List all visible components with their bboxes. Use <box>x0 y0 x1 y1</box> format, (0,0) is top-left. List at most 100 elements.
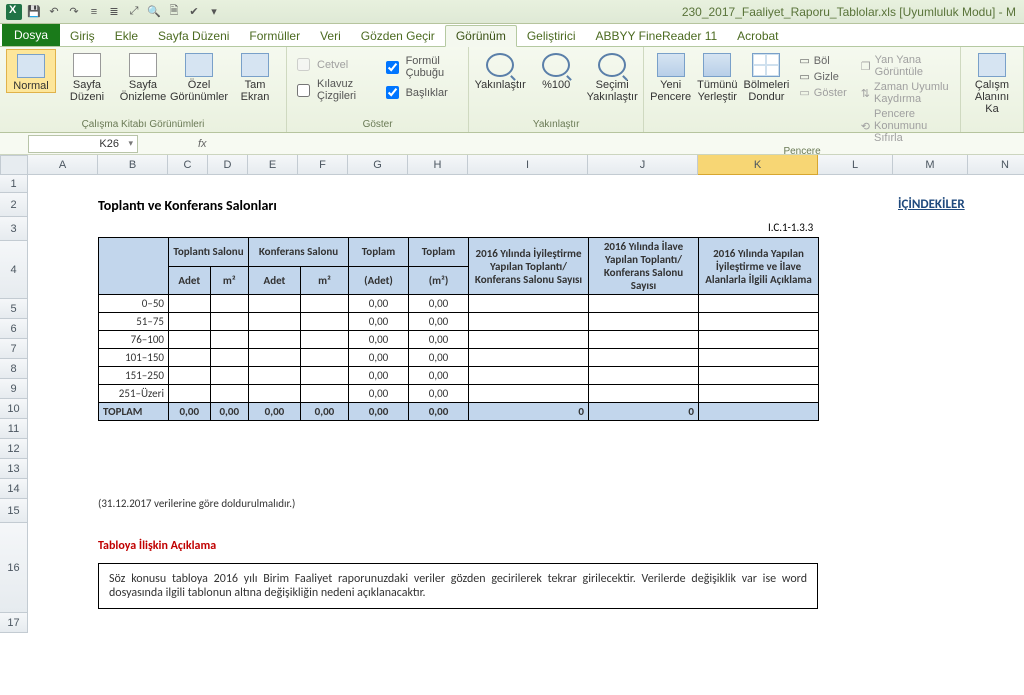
cell[interactable] <box>300 331 348 349</box>
save-icon[interactable]: 💾 <box>26 4 42 20</box>
freeze-panes-button[interactable]: Bölmeleri Dondur <box>744 49 790 103</box>
row-header[interactable]: 1 <box>0 175 28 193</box>
row-header[interactable]: 14 <box>0 479 28 499</box>
row-header[interactable]: 9 <box>0 379 28 399</box>
row-header[interactable]: 3 <box>0 217 28 241</box>
row-header[interactable]: 7 <box>0 339 28 359</box>
cell[interactable] <box>300 349 348 367</box>
cell[interactable] <box>210 367 248 385</box>
cell[interactable] <box>469 367 589 385</box>
cell[interactable]: 0,00 <box>349 385 409 403</box>
qat-dropdown-icon[interactable]: ▾ <box>206 4 222 20</box>
row-header[interactable]: 12 <box>0 439 28 459</box>
cell[interactable] <box>589 331 699 349</box>
cell[interactable] <box>210 313 248 331</box>
cell[interactable] <box>300 367 348 385</box>
cell[interactable]: 0,00 <box>169 403 211 421</box>
cell[interactable] <box>699 331 819 349</box>
tab-insert[interactable]: Ekle <box>105 26 148 46</box>
gridlines-checkbox[interactable]: Kılavuz Çizgileri <box>293 78 376 102</box>
view-fullscreen-button[interactable]: Tam Ekran <box>230 49 280 103</box>
formula-input[interactable] <box>207 135 1024 153</box>
name-box[interactable]: K26 <box>28 135 138 153</box>
cell[interactable] <box>469 313 589 331</box>
tab-formulas[interactable]: Formüller <box>239 26 310 46</box>
cell[interactable] <box>699 295 819 313</box>
side-by-side-button[interactable]: ❐ Yan Yana Görüntüle <box>857 53 954 79</box>
cell[interactable] <box>589 385 699 403</box>
column-header[interactable]: D <box>208 155 248 175</box>
cell[interactable]: TOPLAM <box>99 403 169 421</box>
cell[interactable] <box>169 331 211 349</box>
cell[interactable] <box>210 349 248 367</box>
cell[interactable] <box>699 349 819 367</box>
undo-icon[interactable]: ↶ <box>46 4 62 20</box>
cell[interactable]: 76–100 <box>99 331 169 349</box>
cell[interactable] <box>300 295 348 313</box>
cell[interactable]: 0,00 <box>210 403 248 421</box>
tab-abbyy[interactable]: ABBYY FineReader 11 <box>586 26 728 46</box>
cell[interactable]: 51–75 <box>99 313 169 331</box>
cell[interactable]: 0,00 <box>409 349 469 367</box>
cell[interactable]: 0,00 <box>409 295 469 313</box>
column-header[interactable]: K <box>698 155 818 175</box>
cell[interactable]: 0–50 <box>99 295 169 313</box>
tab-view[interactable]: Görünüm <box>445 25 517 47</box>
cell[interactable] <box>169 367 211 385</box>
cell[interactable]: 0,00 <box>409 331 469 349</box>
cell[interactable] <box>699 367 819 385</box>
column-header[interactable]: N <box>968 155 1024 175</box>
column-header[interactable]: E <box>248 155 298 175</box>
cell[interactable] <box>589 367 699 385</box>
sync-scroll-button[interactable]: ⇅ Zaman Uyumlu Kaydırma <box>857 80 954 106</box>
cell[interactable]: 0,00 <box>349 313 409 331</box>
cell[interactable] <box>249 349 301 367</box>
ruler-checkbox[interactable]: Cetvel <box>293 55 376 74</box>
cell[interactable]: 0,00 <box>300 403 348 421</box>
column-header[interactable]: L <box>818 155 893 175</box>
cell[interactable]: 0 <box>469 403 589 421</box>
column-header[interactable]: B <box>98 155 168 175</box>
arrange-all-button[interactable]: Tümünü Yerleştir <box>697 49 737 103</box>
headings-checkbox[interactable]: Başlıklar <box>382 83 463 102</box>
unhide-button[interactable]: ▭ Göster <box>795 85 850 100</box>
cell[interactable] <box>169 295 211 313</box>
cell[interactable]: 251–Üzeri <box>99 385 169 403</box>
hide-button[interactable]: ▭ Gizle <box>795 69 850 84</box>
view-custom-button[interactable]: Özel Görünümler <box>174 49 224 103</box>
cell[interactable]: 101–150 <box>99 349 169 367</box>
cell[interactable] <box>169 385 211 403</box>
tab-review[interactable]: Gözden Geçir <box>351 26 445 46</box>
cell[interactable] <box>249 313 301 331</box>
formula-bar-checkbox[interactable]: Formül Çubuğu <box>382 55 463 79</box>
qat-icon[interactable]: ≣ <box>106 4 122 20</box>
cell[interactable]: 0,00 <box>349 295 409 313</box>
cell[interactable] <box>589 313 699 331</box>
cell[interactable]: 0,00 <box>349 331 409 349</box>
qat-icon[interactable]: ≡ <box>86 4 102 20</box>
cell[interactable] <box>249 331 301 349</box>
cell[interactable] <box>249 367 301 385</box>
redo-icon[interactable]: ↷ <box>66 4 82 20</box>
zoom-selection-button[interactable]: Seçimi Yakınlaştır <box>587 49 637 103</box>
cell[interactable] <box>210 295 248 313</box>
column-header[interactable]: C <box>168 155 208 175</box>
qat-icon[interactable]: 🔍 <box>146 4 162 20</box>
file-tab[interactable]: Dosya <box>2 24 60 46</box>
column-header[interactable]: J <box>588 155 698 175</box>
qat-icon[interactable]: ✔ <box>186 4 202 20</box>
cell[interactable]: 0,00 <box>409 385 469 403</box>
tab-data[interactable]: Veri <box>310 26 351 46</box>
qat-icon[interactable]: 🗎 <box>166 4 182 20</box>
new-window-button[interactable]: Yeni Pencere <box>650 49 691 103</box>
cell[interactable] <box>249 295 301 313</box>
column-header[interactable]: G <box>348 155 408 175</box>
view-normal-button[interactable]: Normal <box>6 49 56 93</box>
cell[interactable] <box>589 295 699 313</box>
row-header[interactable]: 10 <box>0 399 28 419</box>
row-header[interactable]: 8 <box>0 359 28 379</box>
cell[interactable] <box>169 349 211 367</box>
cell[interactable] <box>249 385 301 403</box>
cell[interactable]: 0,00 <box>349 403 409 421</box>
cell[interactable]: 151–250 <box>99 367 169 385</box>
